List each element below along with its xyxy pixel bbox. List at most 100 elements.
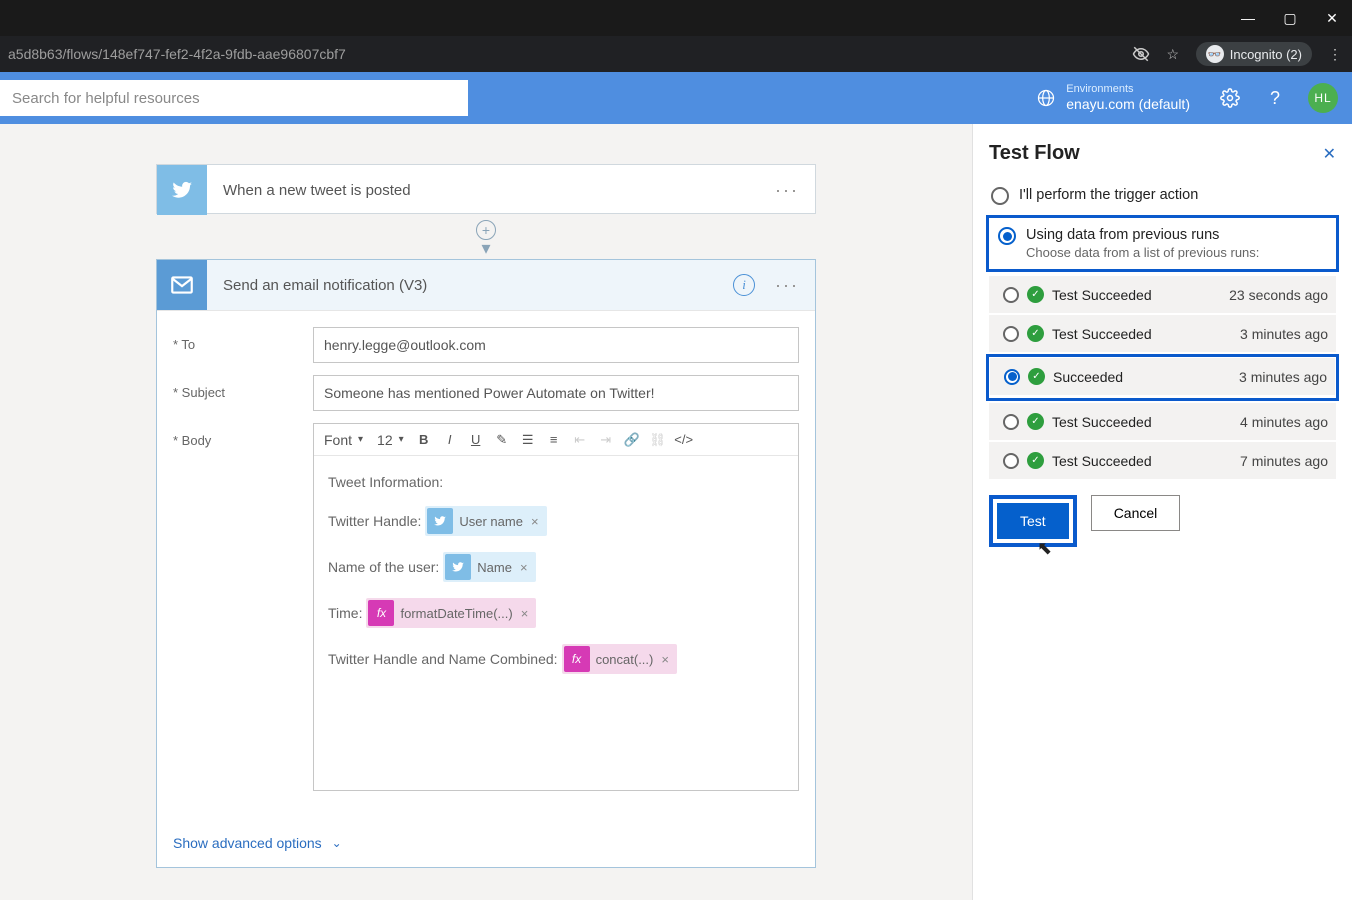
body-content[interactable]: Tweet Information: Twitter Handle: User … xyxy=(314,456,798,790)
highlight-selected-run: ✓ Succeeded 3 minutes ago xyxy=(986,354,1339,401)
font-family-select[interactable]: Font ▾ xyxy=(318,427,369,453)
remove-token-icon[interactable]: × xyxy=(520,560,528,575)
dynamic-token-username[interactable]: User name× xyxy=(425,506,546,536)
underline-button[interactable]: U xyxy=(464,428,488,452)
info-icon[interactable]: i xyxy=(733,274,755,296)
trigger-title: When a new tweet is posted xyxy=(207,182,769,199)
pen-icon[interactable]: ✎ xyxy=(490,428,514,452)
check-icon: ✓ xyxy=(1027,413,1044,430)
radio-previous-runs[interactable]: Using data from previous runs Choose dat… xyxy=(990,219,1335,268)
body-editor[interactable]: Font ▾ 12 ▾ B I U ✎ ☰ ≡ ⇤ ⇥ 🔗 ⛓ xyxy=(313,423,799,791)
radio-icon xyxy=(1003,453,1019,469)
env-value: enayu.com (default) xyxy=(1066,96,1190,113)
action-title: Send an email notification (V3) xyxy=(207,277,733,294)
check-icon: ✓ xyxy=(1027,325,1044,342)
bold-button[interactable]: B xyxy=(412,428,436,452)
connector: + ▾ xyxy=(476,214,496,259)
help-icon[interactable]: ? xyxy=(1270,88,1280,109)
check-icon: ✓ xyxy=(1027,452,1044,469)
flow-canvas[interactable]: When a new tweet is posted ··· + ▾ Send … xyxy=(0,124,972,900)
run-item[interactable]: ✓ Test Succeeded 23 seconds ago xyxy=(989,276,1336,313)
star-icon[interactable]: ☆ xyxy=(1164,46,1182,63)
user-avatar[interactable]: HL xyxy=(1308,83,1338,113)
email-icon xyxy=(157,260,207,310)
unlink-icon[interactable]: ⛓ xyxy=(646,428,670,452)
run-item[interactable]: ✓ Test Succeeded 3 minutes ago xyxy=(989,315,1336,352)
show-advanced-options[interactable]: Show advanced options⌄ xyxy=(157,819,815,867)
radio-icon xyxy=(998,227,1016,245)
radio-manual-trigger[interactable]: I'll perform the trigger action xyxy=(989,179,1336,213)
twitter-icon xyxy=(427,508,453,534)
globe-icon xyxy=(1036,88,1056,108)
arrow-down-icon: ▾ xyxy=(481,238,490,259)
eye-off-icon[interactable] xyxy=(1132,45,1150,63)
window-titlebar: — ▢ ✕ xyxy=(0,0,1352,36)
radio-icon xyxy=(1004,369,1020,385)
fx-icon: fx xyxy=(564,646,590,672)
fx-icon: fx xyxy=(368,600,394,626)
subject-input[interactable] xyxy=(313,375,799,411)
test-flow-panel: Test Flow ✕ I'll perform the trigger act… xyxy=(972,124,1352,900)
to-input[interactable] xyxy=(313,327,799,363)
kebab-menu-icon[interactable]: ⋮ xyxy=(1326,46,1344,63)
card-menu-icon[interactable]: ··· xyxy=(769,275,805,296)
expression-token-concat[interactable]: fx concat(...)× xyxy=(562,644,677,674)
indent-icon[interactable]: ⇥ xyxy=(594,428,618,452)
chevron-down-icon: ⌄ xyxy=(332,836,342,850)
link-icon[interactable]: 🔗 xyxy=(620,428,644,452)
code-view-icon[interactable]: </> xyxy=(672,428,696,452)
italic-button[interactable]: I xyxy=(438,428,462,452)
test-button[interactable]: Test xyxy=(997,503,1069,539)
highlight-test-button: Test xyxy=(989,495,1077,547)
settings-icon[interactable] xyxy=(1220,88,1240,108)
add-step-button[interactable]: + xyxy=(476,220,496,240)
search-input[interactable] xyxy=(0,80,468,116)
incognito-icon: 👓 xyxy=(1206,45,1224,63)
window-minimize-icon[interactable]: — xyxy=(1238,10,1258,26)
bullet-list-icon[interactable]: ☰ xyxy=(516,428,540,452)
radio-label: I'll perform the trigger action xyxy=(1019,187,1198,203)
check-icon: ✓ xyxy=(1027,286,1044,303)
browser-url-bar: a5d8b63/flows/148ef747-fef2-4f2a-9fdb-aa… xyxy=(0,36,1352,72)
run-item[interactable]: ✓ Test Succeeded 4 minutes ago xyxy=(989,403,1336,440)
radio-icon xyxy=(1003,287,1019,303)
dynamic-token-name[interactable]: Name× xyxy=(443,552,535,582)
body-text: Twitter Handle and Name Combined: xyxy=(328,651,558,667)
card-menu-icon[interactable]: ··· xyxy=(769,180,805,201)
window-maximize-icon[interactable]: ▢ xyxy=(1280,10,1300,27)
incognito-badge[interactable]: 👓 Incognito (2) xyxy=(1196,42,1312,66)
font-size-select[interactable]: 12 ▾ xyxy=(371,427,410,453)
window-close-icon[interactable]: ✕ xyxy=(1322,10,1342,27)
radio-sublabel: Choose data from a list of previous runs… xyxy=(1026,245,1259,260)
body-text: Name of the user: xyxy=(328,559,439,575)
incognito-label: Incognito (2) xyxy=(1230,47,1302,62)
body-text: Time: xyxy=(328,605,362,621)
remove-token-icon[interactable]: × xyxy=(521,606,529,621)
close-icon[interactable]: ✕ xyxy=(1323,144,1336,164)
to-label: * To xyxy=(173,327,313,352)
url-text[interactable]: a5d8b63/flows/148ef747-fef2-4f2a-9fdb-aa… xyxy=(8,46,1132,62)
twitter-icon xyxy=(157,165,207,215)
trigger-card[interactable]: When a new tweet is posted ··· xyxy=(156,164,816,214)
app-header: Environments enayu.com (default) ? HL xyxy=(0,72,1352,124)
body-text: Tweet Information: xyxy=(328,474,443,490)
number-list-icon[interactable]: ≡ xyxy=(542,428,566,452)
run-item[interactable]: ✓ Test Succeeded 7 minutes ago xyxy=(989,442,1336,479)
run-list: ✓ Test Succeeded 23 seconds ago ✓ Test S… xyxy=(989,276,1336,479)
body-label: * Body xyxy=(173,423,313,448)
action-body: * To * Subject * Body Font ▾ 12 ▾ B I xyxy=(157,310,815,819)
remove-token-icon[interactable]: × xyxy=(661,652,669,667)
twitter-icon xyxy=(445,554,471,580)
radio-icon xyxy=(1003,326,1019,342)
radio-icon xyxy=(1003,414,1019,430)
subject-label: * Subject xyxy=(173,375,313,400)
remove-token-icon[interactable]: × xyxy=(531,514,539,529)
dedent-icon[interactable]: ⇤ xyxy=(568,428,592,452)
radio-icon xyxy=(991,187,1009,205)
environment-picker[interactable]: Environments enayu.com (default) xyxy=(1036,83,1190,113)
expression-token-time[interactable]: fx formatDateTime(...)× xyxy=(366,598,536,628)
radio-label: Using data from previous runs xyxy=(1026,227,1259,243)
cancel-button[interactable]: Cancel xyxy=(1091,495,1181,531)
run-item[interactable]: ✓ Succeeded 3 minutes ago xyxy=(990,358,1335,395)
check-icon: ✓ xyxy=(1028,368,1045,385)
